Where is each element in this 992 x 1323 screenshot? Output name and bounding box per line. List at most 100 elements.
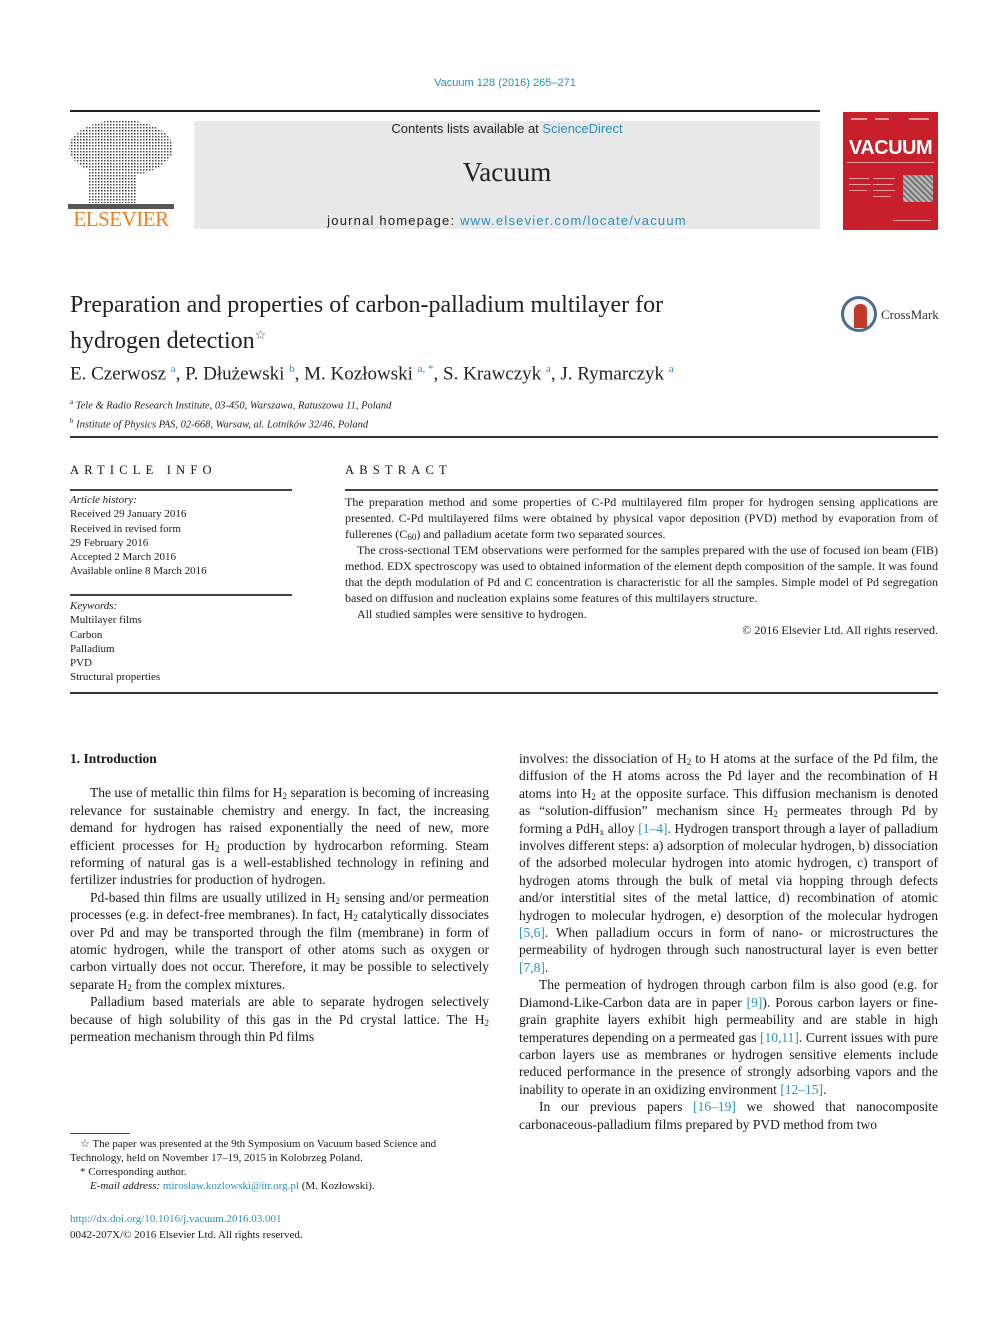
cover-decoration — [873, 196, 891, 197]
citation-link[interactable]: [9] — [747, 995, 763, 1010]
abstract-heading: ABSTRACT — [345, 463, 452, 477]
homepage-line: journal homepage: www.elsevier.com/locat… — [194, 213, 820, 228]
footnote-text: (M. Kozłowski). — [298, 1180, 375, 1192]
citation-link[interactable]: [5,6] — [519, 925, 545, 940]
body-paragraph: The permeation of hydrogen through carbo… — [519, 976, 938, 1098]
affiliation-item: b Institute of Physics PAS, 02-668, Wars… — [70, 414, 391, 433]
subscript: 2 — [484, 1017, 490, 1028]
journal-name: Vacuum — [462, 157, 552, 187]
cover-decoration — [847, 162, 934, 163]
history-item: 29 February 2016 — [70, 536, 149, 549]
author-affiliation-mark[interactable]: a — [171, 363, 176, 375]
affiliation-mark: a — [70, 398, 74, 406]
journal-homepage-link[interactable]: www.elsevier.com/locate/vacuum — [460, 213, 687, 228]
crossmark-ribbon — [854, 304, 867, 328]
sciencedirect-link[interactable]: ScienceDirect — [542, 121, 622, 136]
keyword-item: Structural properties — [70, 671, 161, 684]
article-history: Article history: Received 29 January 201… — [70, 493, 292, 579]
body-text: . When palladium occurs in form of nano-… — [519, 925, 938, 958]
author-name[interactable]: J. Rymarczyk — [560, 363, 664, 384]
doi-link[interactable]: http://dx.doi.org/10.1016/j.vacuum.2016.… — [70, 1213, 282, 1225]
journal-reference-link[interactable]: Vacuum 128 (2016) 265–271 — [0, 77, 992, 89]
crossmark-badge[interactable]: CrossMark — [841, 296, 941, 336]
author-list: E. Czerwosz a, P. Dłużewski b, M. Kozłow… — [70, 363, 674, 385]
subscript: 60 — [407, 532, 417, 542]
cover-decoration — [875, 118, 889, 120]
title-footnote-mark[interactable]: ☆ — [255, 327, 267, 342]
footnote-mark: ☆ — [80, 1138, 90, 1150]
elsevier-wordmark: ELSEVIER — [73, 207, 169, 231]
body-text: involves: the dissociation of H — [519, 751, 687, 766]
article-info-heading: ARTICLE INFO — [70, 463, 217, 477]
divider — [70, 594, 292, 596]
doi-block: http://dx.doi.org/10.1016/j.vacuum.2016.… — [70, 1211, 490, 1243]
footnote-divider — [70, 1133, 130, 1134]
journal-cover-thumbnail[interactable]: VACUUM — [843, 112, 938, 230]
abstract-copyright: © 2016 Elsevier Ltd. All rights reserved… — [742, 623, 938, 637]
journal-masthead: Contents lists available at ScienceDirec… — [194, 121, 820, 229]
author-email-link[interactable]: miroslaw.kozlowski@itr.org.pl — [163, 1180, 299, 1192]
author-name[interactable]: S. Krawczyk — [443, 363, 541, 384]
contents-prefix: Contents lists available at — [391, 121, 543, 136]
divider — [70, 692, 938, 694]
body-text: . — [823, 1081, 827, 1097]
footnote-item: * Corresponding author. — [70, 1165, 490, 1179]
contents-line: Contents lists available at ScienceDirec… — [194, 121, 820, 136]
title-line-2: hydrogen detection — [70, 328, 255, 354]
cover-decoration — [849, 178, 869, 179]
body-text: permeation mechanism through thin Pd fil… — [70, 1029, 315, 1045]
body-text: In our previous papers — [539, 1099, 694, 1115]
citation-link[interactable]: [10,11] — [760, 1030, 799, 1045]
body-column-right: involves: the dissociation of H2 to H at… — [519, 750, 938, 1133]
affiliation-item: a Tele & Radio Research Institute, 03-45… — [70, 395, 391, 414]
citation-link[interactable]: [7,8] — [519, 960, 545, 975]
affiliation-mark: b — [70, 416, 74, 425]
header-rule — [70, 110, 820, 112]
issn-copyright: 0042-207X/© 2016 Elsevier Ltd. All right… — [70, 1229, 303, 1241]
author-name[interactable]: M. Kozłowski — [304, 363, 413, 384]
body-text: Palladium based materials are able to se… — [70, 994, 489, 1027]
body-text: . — [544, 959, 549, 975]
divider — [70, 436, 938, 438]
keywords-label: Keywords: — [70, 600, 118, 612]
affiliation-text: Institute of Physics PAS, 02-668, Warsaw… — [76, 419, 369, 430]
author-affiliation-mark[interactable]: a — [669, 363, 674, 375]
author-affiliation-mark[interactable]: a, * — [418, 363, 434, 375]
author-name[interactable]: P. Dłużewski — [185, 363, 284, 384]
cover-image — [903, 175, 933, 202]
citation-link[interactable]: [12–15] — [780, 1082, 823, 1097]
abstract-body: The preparation method and some properti… — [345, 494, 938, 638]
body-paragraph: In our previous papers [16–19] we showed… — [519, 1098, 938, 1133]
author-name[interactable]: E. Czerwosz — [70, 363, 166, 384]
footnote-text: Corresponding author. — [85, 1166, 187, 1178]
keyword-item: Carbon — [70, 628, 103, 641]
abstract-text: ) and palladium acetate form two separat… — [416, 527, 666, 541]
crossmark-label: CrossMark — [881, 307, 939, 322]
cover-decoration — [873, 178, 895, 179]
author-affiliation-mark[interactable]: b — [289, 363, 295, 375]
body-paragraph: involves: the dissociation of H2 to H at… — [519, 750, 938, 976]
abstract-paragraph: The cross-sectional TEM observations wer… — [345, 543, 938, 605]
citation-link[interactable]: [16–19] — [693, 1099, 736, 1114]
homepage-prefix: journal homepage: — [327, 213, 461, 228]
article-history-label: Article history: — [70, 494, 137, 506]
footnote-item: E-mail address: miroslaw.kozlowski@itr.o… — [70, 1179, 490, 1193]
author-affiliation-mark[interactable]: a — [546, 363, 551, 375]
keyword-item: PVD — [70, 657, 93, 670]
footnote-item: ☆ The paper was presented at the 9th Sym… — [70, 1137, 490, 1165]
history-item: Received in revised form — [70, 522, 181, 535]
footnote-text: The paper was presented at the 9th Sympo… — [70, 1138, 437, 1164]
email-label: E-mail address: — [90, 1180, 163, 1192]
body-text: alloy — [604, 820, 639, 836]
footnotes: ☆ The paper was presented at the 9th Sym… — [70, 1137, 490, 1193]
citation-link[interactable]: [1–4] — [638, 821, 667, 836]
affiliations: a Tele & Radio Research Institute, 03-45… — [70, 395, 391, 432]
abstract-paragraph: All studied samples were sensitive to hy… — [357, 607, 587, 621]
elsevier-logo[interactable]: ELSEVIER — [68, 118, 174, 232]
section-heading-introduction: 1. Introduction — [70, 751, 157, 766]
history-item: Available online 8 March 2016 — [70, 565, 207, 578]
divider — [345, 489, 938, 491]
cover-decoration — [873, 184, 893, 185]
body-paragraph: Pd-based thin films are usually utilized… — [70, 889, 489, 993]
article-title: Preparation and properties of carbon-pal… — [70, 290, 770, 356]
